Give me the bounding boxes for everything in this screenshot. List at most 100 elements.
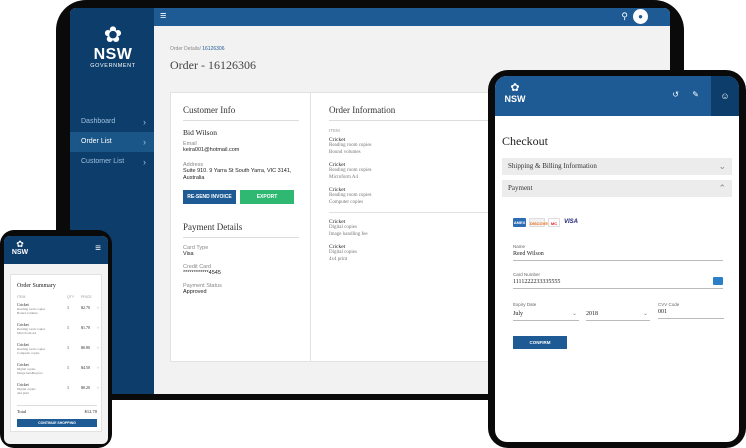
logo-brand: NSW bbox=[504, 94, 526, 104]
address-value: Suite 910. 9 Yarra St South Yarra, VIC 3… bbox=[183, 168, 292, 181]
total-label: Total bbox=[17, 409, 27, 414]
phone-header: ✿ NSW ≡ bbox=[4, 236, 108, 264]
pin-icon[interactable]: ✎ bbox=[692, 90, 699, 99]
accordion-label: Payment bbox=[508, 184, 533, 192]
customer-info-heading: Customer Info bbox=[183, 105, 299, 121]
remove-icon[interactable]: × bbox=[97, 385, 99, 390]
remove-icon[interactable]: × bbox=[97, 345, 99, 350]
tablet-screen: ✿ NSW ↺ ✎ ☺ Checkout Shipping & Billing … bbox=[495, 76, 739, 442]
payment-accordion[interactable]: Payment ⌃ bbox=[502, 180, 732, 197]
order-total: Total $12.70 bbox=[17, 405, 97, 414]
remove-icon[interactable]: × bbox=[97, 365, 99, 370]
checkout-title: Checkout bbox=[502, 134, 548, 148]
payment-details: Payment Details Card Type Visa Credit Ca… bbox=[183, 222, 299, 296]
summary-row: Cricket Digital copies 4x4 print 1 $0.20 × bbox=[17, 382, 99, 402]
card-logos: AMEX DISCOVER MC VISA bbox=[513, 218, 579, 227]
name-input[interactable]: Reed Wilson bbox=[513, 249, 723, 261]
order-summary-heading: Order Summary bbox=[17, 283, 56, 289]
qty-stepper[interactable]: 1 bbox=[67, 305, 69, 310]
history-icon[interactable]: ↺ bbox=[672, 90, 679, 99]
page-title: Order - 16126306 bbox=[170, 58, 256, 72]
column-divider bbox=[310, 93, 311, 361]
confirm-button[interactable]: CONFIRM bbox=[513, 336, 567, 349]
phone-screen: ✿ NSW ≡ Order Summary ITEM QTY PRICE Cri… bbox=[4, 236, 108, 444]
accordion-label: Shipping & Billing Information bbox=[508, 162, 597, 170]
device-mockup-stage: ✿ NSW GOVERNMENT Dashboard › Order List › … bbox=[0, 0, 746, 448]
sidebar-nav: Dashboard › Order List › Customer List › bbox=[70, 112, 154, 172]
shipping-billing-accordion[interactable]: Shipping & Billing Information ⌄ bbox=[502, 158, 732, 175]
summary-row: Cricket Digital copies Image handling fee 1… bbox=[17, 362, 99, 382]
continue-shopping-button[interactable]: CONTINUE SHOPPING bbox=[17, 419, 97, 427]
summary-item-price: $1.70 bbox=[81, 325, 90, 330]
expiry-label-wrap: Expiry Date bbox=[513, 302, 573, 307]
credit-card-icon bbox=[713, 277, 723, 285]
export-button[interactable]: EXPORT bbox=[240, 190, 294, 204]
remove-icon[interactable]: × bbox=[97, 305, 99, 310]
resend-invoice-button[interactable]: RE-SEND INVOICE bbox=[183, 190, 236, 204]
customer-name: Bid Wilson bbox=[183, 128, 217, 137]
card-type-value: Visa bbox=[183, 251, 194, 257]
summary-item-price: $0.80 bbox=[81, 345, 90, 350]
waratah-icon: ✿ bbox=[510, 82, 520, 94]
item-column-header: ITEM bbox=[17, 295, 26, 299]
tablet-header: ✿ NSW ↺ ✎ ☺ bbox=[495, 76, 739, 116]
waratah-icon: ✿ bbox=[103, 22, 123, 47]
expiry-year-select[interactable]: 2018 ⌄ bbox=[586, 309, 650, 321]
nsw-logo[interactable]: ✿ NSW bbox=[504, 82, 526, 105]
card-number-field[interactable]: Card Number 1111222233335555 bbox=[513, 272, 723, 289]
card-number-input[interactable]: 1111222233335555 bbox=[513, 277, 723, 289]
hamburger-menu-icon[interactable]: ≡ bbox=[95, 243, 101, 254]
summary-item-price: $0.20 bbox=[81, 385, 90, 390]
sidebar-item-customer-list[interactable]: Customer List › bbox=[70, 152, 154, 172]
year-value: 2018 bbox=[586, 311, 598, 317]
summary-row: Cricket Reading room copies Bound volumes 1… bbox=[17, 302, 99, 322]
user-avatar[interactable]: ● bbox=[633, 9, 648, 24]
summary-item-detail: Computer copies bbox=[17, 351, 40, 355]
summary-item-price: $2.70 bbox=[81, 305, 90, 310]
sidebar-item-dashboard[interactable]: Dashboard › bbox=[70, 112, 154, 132]
summary-items: Cricket Reading room copies Bound volumes 1… bbox=[17, 302, 99, 402]
breadcrumb-parent[interactable]: Order Details/ bbox=[170, 46, 201, 52]
summary-item-detail: Bound volumes bbox=[17, 311, 38, 315]
summary-row: Cricket Reading room copies Microform A4 1 $… bbox=[17, 322, 99, 342]
qty-column-header: QTY bbox=[67, 295, 75, 299]
logo-brand: NSW bbox=[11, 249, 29, 256]
amex-icon: AMEX bbox=[513, 218, 526, 227]
discover-icon: DISCOVER bbox=[529, 218, 551, 227]
sidebar-item-label: Order List bbox=[81, 138, 112, 145]
chevron-down-icon: ⌄ bbox=[571, 311, 577, 317]
cvv-field[interactable]: CVV Code 001 bbox=[658, 302, 724, 319]
total-value: $12.70 bbox=[84, 409, 97, 414]
top-bar: ≡ ⚲ ● bbox=[154, 8, 670, 26]
search-icon[interactable]: ⚲ bbox=[621, 11, 628, 22]
payment-status-value: Approved bbox=[183, 289, 207, 295]
hamburger-menu-icon[interactable]: ≡ bbox=[160, 11, 166, 22]
qty-stepper[interactable]: 1 bbox=[67, 325, 69, 330]
phone-device-frame: ✿ NSW ≡ Order Summary ITEM QTY PRICE Cri… bbox=[0, 230, 112, 448]
remove-icon[interactable]: × bbox=[97, 325, 99, 330]
mastercard-icon: MC bbox=[548, 218, 560, 227]
summary-item-detail: Microform A4 bbox=[17, 331, 37, 335]
qty-stepper[interactable]: 1 bbox=[67, 385, 69, 390]
summary-item-price: $4.50 bbox=[81, 365, 90, 370]
user-button[interactable]: ☺ bbox=[711, 76, 739, 116]
sidebar-item-order-list[interactable]: Order List › bbox=[70, 132, 154, 152]
sidebar-item-label: Customer List bbox=[81, 158, 125, 165]
breadcrumb: Order Details/ 16126306 bbox=[170, 46, 224, 52]
summary-row: Cricket Reading room copies Computer copie… bbox=[17, 342, 99, 362]
month-value: July bbox=[513, 311, 524, 317]
qty-stepper[interactable]: 1 bbox=[67, 365, 69, 370]
chevron-down-icon: ⌄ bbox=[642, 311, 648, 317]
user-icon: ☺ bbox=[720, 91, 730, 101]
chevron-right-icon: › bbox=[143, 117, 146, 127]
expiry-month-select[interactable]: July ⌄ bbox=[513, 309, 579, 321]
logo-sub: GOVERNMENT bbox=[90, 63, 136, 69]
cvv-input[interactable]: 001 bbox=[658, 307, 724, 319]
name-field[interactable]: Name Reed Wilson bbox=[513, 244, 723, 261]
nsw-logo[interactable]: ✿ NSW bbox=[10, 240, 30, 257]
tablet-device-frame: ✿ NSW ↺ ✎ ☺ Checkout Shipping & Billing … bbox=[488, 70, 746, 448]
nsw-logo[interactable]: ✿ NSW GOVERNMENT bbox=[84, 22, 142, 70]
visa-icon: VISA bbox=[563, 218, 579, 227]
chevron-up-icon: ⌃ bbox=[718, 183, 726, 193]
qty-stepper[interactable]: 1 bbox=[67, 345, 69, 350]
